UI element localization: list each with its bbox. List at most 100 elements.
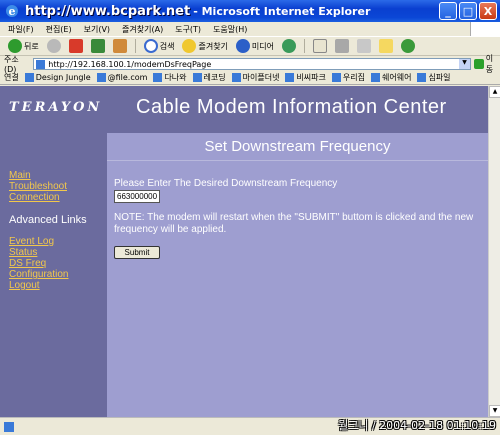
edit-button[interactable]: [355, 37, 373, 55]
link-item[interactable]: 레코딩: [192, 72, 226, 83]
favorites-button[interactable]: 즐겨찾기: [180, 37, 229, 55]
vertical-scrollbar[interactable]: ▲ ▼: [488, 86, 500, 417]
history-icon: [282, 39, 297, 53]
title-divider: [107, 160, 488, 161]
link-item-label: @file.com: [107, 73, 148, 82]
menu-tools[interactable]: 도구(T): [175, 24, 201, 35]
section-title: Set Downstream Frequency: [204, 138, 391, 155]
capture-timestamp: 월크니 / 2004-02-18 01:10:19: [338, 419, 496, 432]
page-icon: [36, 59, 46, 69]
messenger-button[interactable]: [399, 37, 417, 55]
link-item-label: 쉐어웨어: [381, 73, 412, 82]
frequency-input[interactable]: [114, 190, 160, 203]
link-item[interactable]: @file.com: [96, 73, 148, 82]
scroll-down-icon[interactable]: ▼: [489, 405, 500, 417]
menu-file[interactable]: 파일(F): [8, 24, 34, 35]
sidebar-link-event-log[interactable]: Event Log: [9, 236, 54, 247]
forward-arrow-icon: [46, 39, 61, 53]
link-page-icon: [331, 73, 341, 82]
svg-text:e: e: [9, 5, 16, 18]
star-icon: [182, 39, 197, 53]
link-page-icon: [192, 73, 202, 82]
sidebar-link-main[interactable]: Main: [9, 170, 31, 181]
folder-icon: [379, 39, 394, 53]
link-item[interactable]: 마이플더넷: [231, 72, 279, 83]
favorites-label: 즐겨찾기: [198, 41, 228, 51]
folder-button[interactable]: [377, 37, 395, 55]
toolbar-divider: [304, 39, 306, 53]
messenger-icon: [401, 39, 416, 53]
menu-favorites[interactable]: 즐겨찾기(A): [122, 24, 163, 35]
link-item[interactable]: 다나와: [153, 72, 187, 83]
search-button[interactable]: 검색: [142, 37, 177, 55]
print-button[interactable]: [333, 37, 351, 55]
restart-note: NOTE: The modem will restart when the "S…: [114, 212, 474, 235]
submit-button[interactable]: Submit: [114, 246, 160, 259]
menu-help[interactable]: 도움말(H): [213, 24, 247, 35]
scroll-up-icon[interactable]: ▲: [489, 86, 500, 98]
search-icon: [143, 39, 158, 53]
link-item-label: 심파일: [428, 73, 451, 82]
link-item-label: Design Jungle: [35, 73, 91, 82]
window-controls: _ □ X: [439, 2, 497, 20]
sidebar-link-logout[interactable]: Logout: [9, 280, 40, 291]
home-button[interactable]: [111, 37, 129, 55]
refresh-icon: [90, 39, 105, 53]
menu-view[interactable]: 보기(V): [84, 24, 110, 35]
status-bar: 월크니 / 2004-02-18 01:10:19: [0, 417, 500, 435]
address-bar: 주소(D) http://192.168.100.1/modemDsFreqPa…: [0, 54, 500, 74]
link-item[interactable]: 쉐어웨어: [370, 72, 412, 83]
link-page-icon: [285, 73, 295, 82]
window-title: - Microsoft Internet Explorer: [193, 4, 371, 18]
link-item-label: 우리집: [342, 73, 365, 82]
media-button[interactable]: 미디어: [234, 37, 276, 55]
media-icon: [235, 39, 250, 53]
title-bar: e http://www.bcpark.net - Microsoft Inte…: [0, 0, 500, 22]
internet-explorer-icon: e: [6, 5, 18, 18]
printer-icon: [335, 39, 350, 53]
sidebar-link-ds-freq[interactable]: DS Freq: [9, 258, 46, 269]
sidebar-link-connection[interactable]: Connection: [9, 192, 60, 203]
link-page-icon: [96, 73, 106, 82]
frequency-prompt: Please Enter The Desired Downstream Freq…: [114, 178, 338, 189]
sidebar-link-status[interactable]: Status: [9, 247, 37, 258]
go-arrow-icon: [474, 59, 484, 69]
back-button[interactable]: 뒤로: [6, 37, 41, 55]
link-item[interactable]: 우리집: [331, 72, 365, 83]
link-page-icon: [153, 73, 163, 82]
link-page-icon: [24, 73, 34, 82]
refresh-button[interactable]: [89, 37, 107, 55]
history-button[interactable]: [280, 37, 298, 55]
search-label: 검색: [159, 41, 175, 51]
sidebar-link-troubleshoot[interactable]: Troubleshoot: [9, 181, 67, 192]
window-title-url: http://www.bcpark.net: [25, 3, 191, 19]
link-page-icon: [370, 73, 380, 82]
link-item-label: 다나와: [164, 73, 187, 82]
link-item-label: 레코딩: [203, 73, 226, 82]
mail-button[interactable]: [311, 37, 329, 55]
link-page-icon: [231, 73, 241, 82]
maximize-button[interactable]: □: [459, 2, 477, 20]
link-item[interactable]: 비씨파크: [285, 72, 326, 83]
link-item[interactable]: 심파일: [417, 72, 451, 83]
forward-button[interactable]: [45, 37, 63, 55]
address-input[interactable]: http://192.168.100.1/modemDsFreqPage ▼: [33, 58, 472, 70]
link-item[interactable]: Design Jungle: [24, 73, 91, 82]
toolbar: 뒤로 검색 즐겨찾기 미디어: [0, 36, 500, 56]
close-button[interactable]: X: [479, 2, 497, 20]
sidebar-link-configuration[interactable]: Configuration: [9, 269, 68, 280]
main-panel: Set Downstream Frequency Please Enter Th…: [107, 133, 488, 417]
stop-button[interactable]: [67, 37, 85, 55]
sidebar: Main Troubleshoot Connection Advanced Li…: [0, 133, 107, 417]
page-viewport: TERAYON Cable Modem Information Center M…: [0, 86, 488, 417]
address-url: http://192.168.100.1/modemDsFreqPage: [48, 59, 212, 69]
chevron-down-icon[interactable]: ▼: [459, 59, 471, 69]
minimize-button[interactable]: _: [439, 2, 457, 20]
terayon-logo: TERAYON: [9, 100, 103, 115]
page-status-icon: [4, 421, 14, 432]
back-arrow-icon: [8, 39, 22, 53]
edit-icon: [357, 39, 372, 53]
menu-edit[interactable]: 편집(E): [46, 24, 72, 35]
sidebar-heading: Advanced Links: [9, 214, 87, 226]
back-label: 뒤로: [24, 41, 39, 51]
